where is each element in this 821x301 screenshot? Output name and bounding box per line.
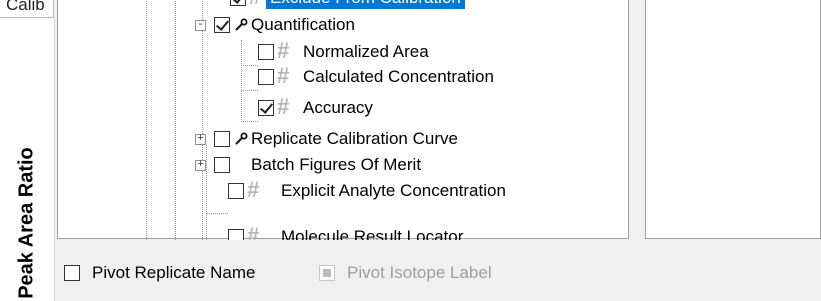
column-tree-view[interactable]: # Exclude From Calibration - Quantificat… [57, 0, 672, 240]
tree-item[interactable]: # Accuracy [258, 94, 558, 121]
tree-item[interactable]: + Replicate Calibration Curve [195, 126, 535, 152]
tree-item[interactable]: # Molecule Result Locator [228, 224, 588, 240]
tree-item[interactable]: - Quantification [195, 12, 495, 38]
checkbox[interactable] [214, 157, 230, 173]
link-icon [235, 132, 248, 145]
pivot-replicate-checkbox[interactable] [64, 265, 80, 281]
collapse-icon[interactable]: - [195, 20, 206, 31]
tree-item[interactable]: # Calculated Concentration [258, 63, 558, 90]
tree-guide-line [241, 90, 258, 91]
checkbox[interactable] [258, 69, 274, 85]
checkbox[interactable] [228, 183, 244, 199]
tree-item[interactable]: # Exclude From Calibration [230, 0, 530, 11]
tree-guide-line [241, 121, 258, 122]
tree-item[interactable]: + Batch Figures Of Merit [195, 152, 535, 178]
pivot-replicate-label: Pivot Replicate Name [92, 263, 256, 282]
hash-icon: # [277, 63, 290, 88]
pivot-isotope-label: Pivot Isotope Label [347, 263, 492, 282]
checkbox[interactable] [258, 100, 274, 116]
expand-icon[interactable]: + [195, 134, 206, 145]
checkbox[interactable] [258, 44, 274, 60]
tree-item-label: Batch Figures Of Merit [251, 155, 422, 174]
pivot-isotope-checkbox [319, 265, 335, 281]
left-panel: Peak Area Ratio Calib [0, 0, 57, 301]
column-preview-panel [645, 0, 821, 239]
tree-guide-line [241, 40, 242, 122]
tree-item-label: Accuracy [303, 98, 373, 117]
tree-guide-line [146, 0, 147, 240]
hash-icon: # [247, 224, 260, 240]
tree-item-label: Calculated Concentration [303, 67, 494, 86]
tree-item-label: Quantification [251, 15, 355, 34]
hash-icon: # [247, 177, 260, 202]
tree-item[interactable]: # Explicit Analyte Concentration [228, 177, 588, 204]
tree-item-label: Exclude From Calibration [266, 0, 465, 9]
tree-guide-line [175, 0, 176, 240]
tree-guide-line [241, 65, 258, 66]
chart-axis-area: Peak Area Ratio [0, 18, 55, 301]
tree-item[interactable]: # Normalized Area [258, 38, 558, 65]
hash-icon: # [277, 94, 290, 119]
tree-item-label: Normalized Area [303, 42, 429, 61]
expand-icon[interactable]: + [195, 160, 206, 171]
link-icon [235, 18, 248, 31]
tree-item-label: Molecule Result Locator [281, 227, 464, 240]
hash-icon: # [249, 0, 261, 10]
checkbox[interactable] [230, 0, 246, 6]
y-axis-label: Peak Area Ratio [15, 147, 38, 299]
tree-guide-line [206, 213, 228, 214]
hash-icon: # [277, 38, 290, 63]
checkbox[interactable] [214, 131, 230, 147]
checkbox[interactable] [214, 17, 230, 33]
pivot-options-bar: Pivot Replicate Name Pivot Isotope Label [57, 239, 821, 301]
calibration-tab[interactable]: Calib [0, 0, 54, 18]
tree-item-label: Replicate Calibration Curve [251, 129, 458, 148]
tree-item-label: Explicit Analyte Concentration [281, 181, 506, 200]
